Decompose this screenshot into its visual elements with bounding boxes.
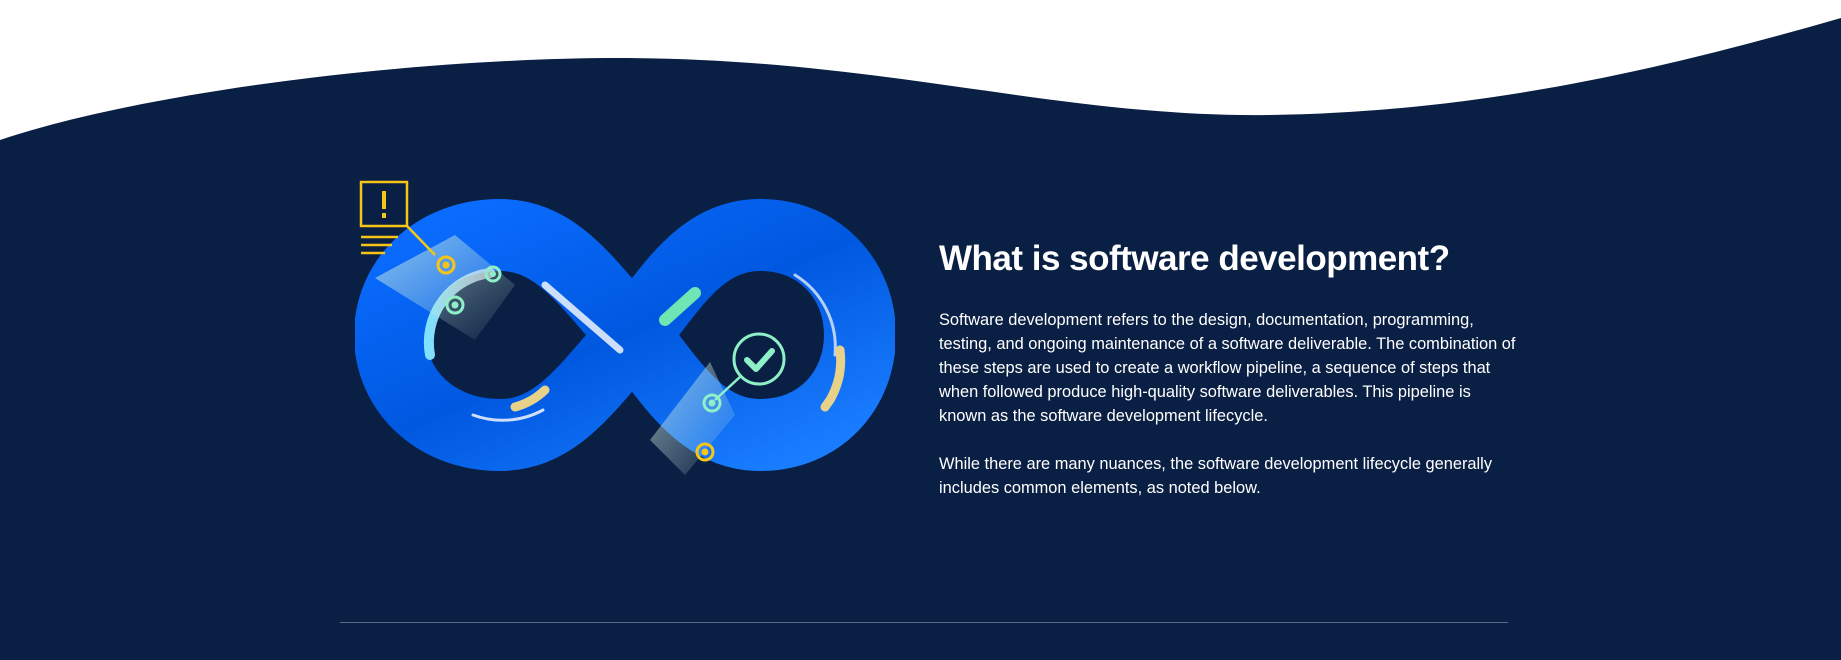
devops-infinity-illustration: [355, 180, 895, 475]
intro-paragraph: Software development refers to the desig…: [939, 311, 1516, 425]
navy-wave-background: [0, 18, 1841, 660]
checkmark-icon: [714, 332, 786, 401]
section-divider: [340, 622, 1508, 623]
section-title: What is software development?: [939, 239, 1450, 278]
lifecycle-paragraph: While there are many nuances, the softwa…: [939, 455, 1493, 497]
intro-text-block: What is software development? Software d…: [939, 238, 1519, 524]
page: What is software development? Software d…: [0, 0, 1841, 660]
